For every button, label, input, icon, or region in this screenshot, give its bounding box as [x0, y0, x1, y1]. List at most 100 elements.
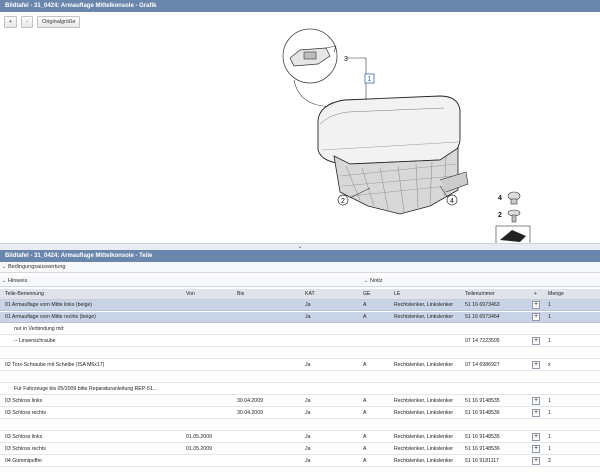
panel-splitter[interactable]: ⌄	[0, 243, 600, 250]
add-to-cart-button[interactable]: +	[532, 397, 540, 405]
cell-name: nur in Verbindung mit:	[14, 326, 65, 332]
add-to-cart-button[interactable]: +	[532, 361, 540, 369]
table-row[interactable]	[0, 348, 600, 359]
cell-bis: 30.04.2009	[237, 410, 263, 416]
cell-le: Rechtslenker, Linkslenker	[394, 302, 454, 308]
cell-von: 01.05.2009	[186, 434, 212, 440]
cell-ge: A	[363, 302, 367, 308]
cell-le: Rechtslenker, Linkslenker	[394, 458, 454, 464]
legend-callout-4: 4	[498, 195, 502, 202]
col-header-name[interactable]: Teile-Benennung	[5, 289, 177, 300]
col-header-le[interactable]: LE	[394, 289, 462, 300]
parts-panel-title: Bildtafel - 31_0424: Armauflage Mittelko…	[0, 250, 600, 262]
cell-ge: A	[363, 458, 367, 464]
table-row[interactable]: 01 Armauflage vorn Mitte rechts (beige) J…	[0, 312, 600, 323]
cell-von: 01.05.2009	[186, 446, 212, 452]
cell-menge: 1	[548, 302, 551, 308]
cell-kat: Ja	[305, 434, 311, 440]
cell-menge: x	[548, 362, 551, 368]
cell-menge: 1	[548, 410, 551, 416]
cell-kat: Ja	[305, 398, 311, 404]
add-to-cart-button[interactable]: +	[532, 301, 540, 309]
add-to-cart-button[interactable]: +	[532, 457, 540, 465]
cell-ge: A	[363, 314, 367, 320]
cell-ge: A	[363, 446, 367, 452]
table-row[interactable]: 03 Schloss rechts 30.04.2009 Ja A Rechtslenk…	[0, 408, 600, 419]
col-header-ge[interactable]: GE	[363, 289, 389, 300]
cell-nr: 51 16 9148535	[465, 434, 500, 440]
cell-nr: 07 14 7223505	[465, 338, 500, 344]
hint-section[interactable]: ⌄ Hinweis ⌄ Notiz	[0, 276, 600, 287]
conditions-section[interactable]: ⌄ Bedingungsauswertung	[0, 262, 600, 273]
col-header-nr[interactable]: Teilenummer	[465, 289, 527, 300]
add-to-cart-button[interactable]: +	[532, 313, 540, 321]
cell-nr: 51 16 6973463	[465, 302, 500, 308]
legend-callout-2: 2	[498, 212, 502, 219]
cell-name: Für Fahrzeuge bis 05/2009 bitte Reparatu…	[14, 386, 158, 392]
cell-le: Rechtslenker, Linkslenker	[394, 362, 454, 368]
col-header-plus[interactable]: +	[534, 289, 542, 300]
add-to-cart-button[interactable]: +	[532, 445, 540, 453]
table-row[interactable]: -- Linsenschraube 07 14 7223505 1 +	[0, 336, 600, 347]
cell-name: 01 Armauflage vorn Mitte links (beige)	[5, 302, 93, 308]
cell-le: Rechtslenker, Linkslenker	[394, 314, 454, 320]
graphic-panel-title: Bildtafel - 31_0424: Armauflage Mittelko…	[0, 0, 600, 12]
cell-le: Rechtslenker, Linkslenker	[394, 410, 454, 416]
cell-kat: Ja	[305, 314, 311, 320]
cell-menge: 2	[548, 458, 551, 464]
hint-label: Hinweis	[8, 278, 28, 284]
callout-1[interactable]: 1	[368, 76, 372, 83]
col-header-menge[interactable]: Menge	[548, 289, 588, 300]
table-row[interactable]: 01 Armauflage vorn Mitte links (beige) Ja…	[0, 300, 600, 311]
cell-menge: 1	[548, 314, 551, 320]
cell-nr: 51 16 6973464	[465, 314, 500, 320]
note-toggle[interactable]: ⌄ Notiz	[362, 276, 383, 287]
chevron-down-icon: ⌄	[363, 278, 369, 284]
conditions-label: Bedingungsauswertung	[8, 264, 66, 270]
add-to-cart-button[interactable]: +	[532, 337, 540, 345]
table-row[interactable]	[0, 372, 600, 383]
cell-nr: 51 16 9181117	[465, 458, 499, 464]
cell-name: 02 Torx-Schraube mit Scheibe (ISA M6x17)	[5, 362, 105, 368]
col-header-bis[interactable]: Bis	[237, 289, 297, 300]
table-row[interactable]	[0, 420, 600, 431]
cell-kat: Ja	[305, 458, 311, 464]
cell-name: 03 Schloss links	[5, 398, 43, 404]
callout-2: 2	[341, 198, 345, 205]
callout-4: 4	[450, 198, 454, 205]
table-row[interactable]: 04 Gummipuffer Ja A Rechtslenker, Linkslenk…	[0, 456, 600, 467]
detail-circle	[282, 28, 338, 84]
cell-ge: A	[363, 434, 367, 440]
callout-3: 3	[344, 56, 348, 63]
table-row[interactable]: nur in Verbindung mit:	[0, 324, 600, 335]
cell-kat: Ja	[305, 302, 311, 308]
table-row[interactable]: 02 Torx-Schraube mit Scheibe (ISA M6x17)…	[0, 360, 600, 371]
cell-menge: 1	[548, 338, 551, 344]
table-row[interactable]: 03 Schloss links 30.04.2009 Ja A Rechtslenke…	[0, 396, 600, 407]
col-header-von[interactable]: Von	[186, 289, 236, 300]
cell-menge: 1	[548, 434, 551, 440]
cell-kat: Ja	[305, 446, 311, 452]
table-row[interactable]: 03 Schloss rechts 01.05.2009 Ja A Rechtslenk…	[0, 444, 600, 455]
cell-menge: 1	[548, 398, 551, 404]
cell-name: 03 Schloss rechts	[5, 410, 46, 416]
cell-bis: 30.04.2009	[237, 398, 263, 404]
chevron-down-icon: ⌄	[1, 264, 7, 270]
cell-name: 04 Gummipuffer	[5, 458, 43, 464]
add-to-cart-button[interactable]: +	[532, 409, 540, 417]
cell-kat: Ja	[305, 410, 311, 416]
cell-nr: 51 16 9148536	[465, 446, 500, 452]
cell-nr: 51 16 9148535	[465, 398, 500, 404]
cell-le: Rechtslenker, Linkslenker	[394, 446, 454, 452]
chevron-down-icon: ⌄	[1, 278, 7, 284]
table-row[interactable]: 03 Schloss links 01.05.2009 Ja A Rechtslenke…	[0, 432, 600, 443]
cell-menge: 1	[548, 446, 551, 452]
add-to-cart-button[interactable]: +	[532, 433, 540, 441]
cell-name: 03 Schloss rechts	[5, 446, 46, 452]
cell-ge: A	[363, 362, 367, 368]
cell-name: -- Linsenschraube	[14, 338, 56, 344]
cell-kat: Ja	[305, 362, 311, 368]
col-header-kat[interactable]: KAT	[305, 289, 355, 300]
note-label: Notiz	[370, 278, 383, 284]
table-row[interactable]: Für Fahrzeuge bis 05/2009 bitte Reparatu…	[0, 384, 600, 395]
